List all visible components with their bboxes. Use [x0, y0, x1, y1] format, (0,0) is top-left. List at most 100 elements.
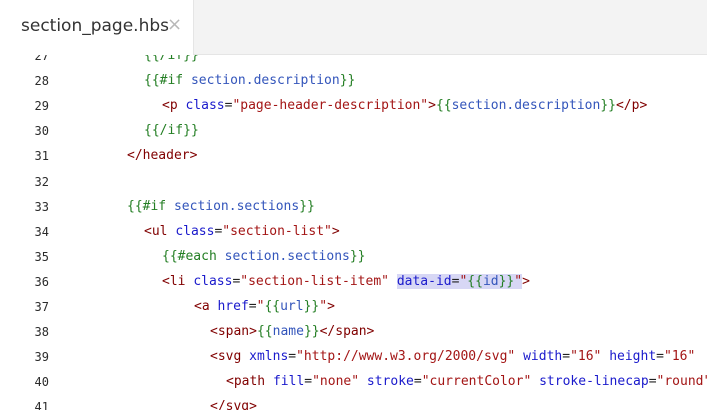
code-text: {{#if section.description}} — [144, 73, 355, 88]
code-text: <span>{{name}}</span> — [210, 324, 374, 339]
code-token: }} — [349, 248, 366, 264]
code-token: "currentColor" — [421, 374, 532, 390]
code-line[interactable]: 38 <span>{{name}}</span> — [0, 321, 707, 346]
line-number: 29 — [34, 99, 49, 114]
line-number: 37 — [34, 300, 49, 314]
code-token: "section-list-item" — [240, 273, 389, 289]
code-token: class — [193, 273, 233, 289]
code-text: <svg xmlns="http://www.w3.org/2000/svg" … — [210, 349, 695, 364]
line-number: 41 — [34, 400, 49, 410]
code-token: "round" — [656, 374, 707, 390]
code-text: {{/if}} — [144, 123, 199, 138]
code-token: }} — [339, 73, 356, 89]
code-token: url — [280, 299, 304, 314]
code-token: section.sections — [224, 248, 350, 264]
line-number: 34 — [34, 224, 49, 239]
code-editor[interactable]: 27 {{/if}} 28 {{#if section.description}} 29… — [0, 55, 707, 410]
code-line[interactable]: 33 {{#if section.sections}} — [0, 196, 707, 221]
code-text: <a href="{{url}}"> — [194, 299, 335, 314]
tab-bar: section_page.hbs × — [0, 0, 707, 55]
code-token: <li — [162, 273, 194, 289]
close-icon[interactable]: × — [167, 14, 182, 35]
code-token: "section-list" — [222, 223, 332, 239]
code-line[interactable]: 27 {{/if}} — [0, 55, 707, 70]
code-token: "16" — [664, 349, 696, 365]
code-line[interactable]: 36 <li class="section-list-item" data-id=… — [0, 271, 707, 296]
code-line[interactable]: 32 — [0, 171, 707, 196]
code-token: "page-header-description" — [232, 98, 429, 114]
line-number: 31 — [34, 149, 49, 164]
code-token: = — [248, 299, 257, 314]
code-token: > — [327, 299, 335, 314]
tab-title: section_page.hbs — [21, 16, 170, 36]
code-token: = — [288, 349, 297, 365]
code-token: <a — [194, 299, 218, 314]
code-line[interactable]: 40 <path fill="none" stroke="currentColor… — [0, 371, 707, 396]
code-line[interactable]: 28 {{#if section.description}} — [0, 70, 707, 95]
code-token: section.sections — [173, 198, 300, 214]
code-token: name — [272, 324, 304, 340]
code-token: xmlns — [249, 349, 289, 365]
code-token: width — [523, 349, 563, 365]
code-token: </p> — [615, 98, 648, 114]
code-line[interactable]: 29 <p class="page-header-description">{{s… — [0, 95, 707, 120]
code-line[interactable]: 31 </header> — [0, 145, 707, 170]
code-token: <svg — [210, 349, 250, 365]
code-line[interactable]: 37 <a href="{{url}}"> — [0, 296, 707, 321]
code-line[interactable]: 39 <svg xmlns="http://www.w3.org/2000/svg… — [0, 346, 707, 371]
code-token: {{ — [256, 324, 273, 340]
code-token: {{#if — [127, 198, 174, 214]
code-text: <ul class="section-list"> — [144, 224, 340, 239]
code-token: section.description — [451, 98, 601, 114]
code-text: {{/if}} — [144, 55, 199, 63]
code-text: {{#each section.sections}} — [162, 249, 366, 264]
code-token: stroke-linecap — [539, 374, 649, 390]
code-token: > — [522, 273, 530, 289]
code-token: href — [217, 299, 249, 314]
code-token: > — [331, 223, 340, 239]
code-token: </header> — [127, 148, 198, 164]
line-number: 38 — [34, 325, 49, 340]
code-line[interactable]: 34 <ul class="section-list"> — [0, 221, 707, 246]
code-token: section.description — [190, 73, 340, 89]
code-token: <p — [162, 98, 186, 114]
selected-token: " — [514, 273, 523, 289]
code-line[interactable]: 41 </svg> — [0, 396, 707, 410]
code-token: {{/if}} — [144, 55, 199, 63]
line-number: 32 — [34, 174, 49, 189]
code-token: stroke — [366, 374, 414, 390]
line-number: 39 — [34, 350, 49, 365]
code-line[interactable]: 30 {{/if}} — [0, 120, 707, 145]
line-number: 36 — [34, 274, 49, 289]
code-token: {{#if — [144, 73, 191, 89]
code-text: <li class="section-list-item" data-id="{… — [162, 273, 530, 289]
selected-token: id — [482, 273, 499, 289]
code-token: <ul — [144, 223, 176, 239]
line-number: 28 — [34, 74, 49, 89]
selected-token: data-id — [396, 273, 452, 289]
code-text: <path fill="none" stroke="currentColor" … — [226, 374, 707, 389]
code-token: <path — [226, 374, 273, 390]
code-line[interactable]: 35 {{#each section.sections}} — [0, 246, 707, 271]
code-token: }} — [299, 198, 315, 214]
code-token: }} — [303, 299, 320, 314]
code-token: class — [185, 98, 225, 114]
line-number: 27 — [34, 55, 49, 63]
code-token: > — [428, 98, 436, 114]
code-token: "http://www.w3.org/2000/svg" — [296, 349, 516, 365]
tab-section-page[interactable]: section_page.hbs × — [0, 0, 194, 55]
line-number: 30 — [34, 124, 49, 139]
code-token: = — [656, 349, 664, 365]
code-token: {{/if}} — [144, 123, 199, 139]
code-token: = — [562, 349, 571, 365]
code-text: </header> — [127, 148, 197, 163]
line-number: 33 — [34, 199, 49, 214]
code-token: height — [609, 349, 657, 365]
code-token: = — [304, 374, 313, 390]
code-token: {{ — [264, 299, 281, 314]
code-token: {{ — [435, 98, 452, 114]
